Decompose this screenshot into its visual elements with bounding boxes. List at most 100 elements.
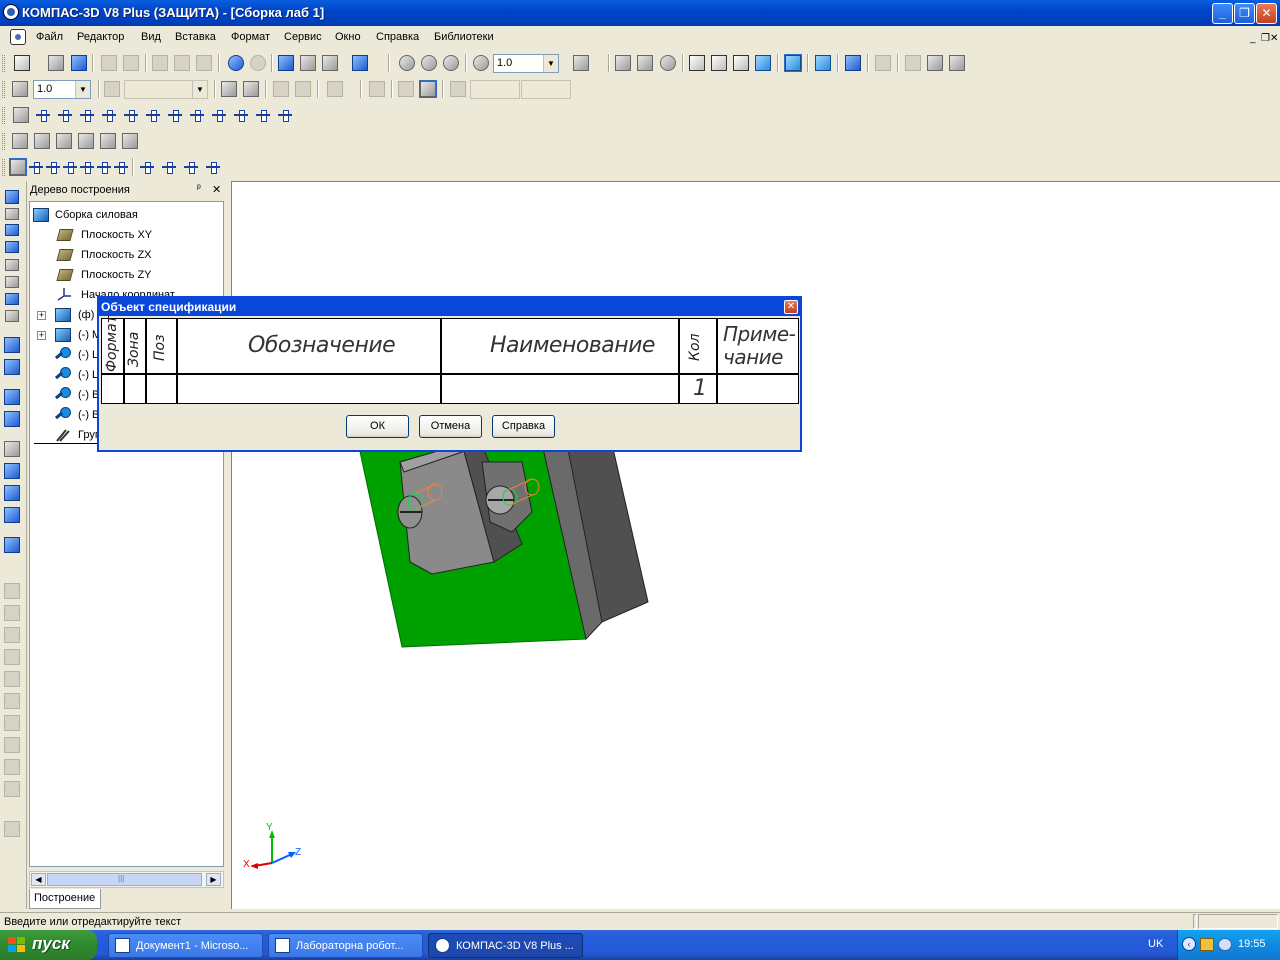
edit-assembly-panel-icon[interactable] bbox=[5, 190, 19, 204]
kompas-app-icon[interactable] bbox=[3, 4, 19, 20]
tree-hscrollbar[interactable]: ◀ ||| ▶ bbox=[29, 871, 224, 888]
local-cs-icon[interactable] bbox=[221, 81, 237, 97]
parallel-mate-icon[interactable] bbox=[35, 107, 51, 123]
scroll-left-icon[interactable]: ◀ bbox=[31, 873, 46, 886]
symmetry-mate-icon[interactable] bbox=[233, 107, 249, 123]
hole-op-icon[interactable] bbox=[4, 441, 20, 457]
rotate-component-icon[interactable] bbox=[34, 133, 50, 149]
close-button[interactable]: ✕ bbox=[1256, 3, 1277, 24]
menu-file[interactable]: Файл bbox=[36, 31, 63, 43]
bolt-set-icon[interactable] bbox=[139, 159, 155, 175]
fastener-screw-icon[interactable] bbox=[45, 159, 61, 175]
tree-item[interactable]: Плоскость XY bbox=[81, 229, 152, 241]
task-lab-document[interactable]: Лабораторна робот... bbox=[268, 933, 423, 958]
section-icon[interactable] bbox=[122, 133, 138, 149]
zoom-out-icon[interactable] bbox=[443, 55, 459, 71]
menu-service[interactable]: Сервис bbox=[284, 31, 322, 43]
fastener-bolt-icon[interactable] bbox=[28, 159, 44, 175]
component-icon[interactable] bbox=[845, 55, 861, 71]
parametric-icon[interactable] bbox=[419, 80, 437, 98]
zoom-window-icon[interactable] bbox=[399, 55, 415, 71]
add-from-file-icon[interactable] bbox=[4, 359, 20, 375]
mirror-op-icon[interactable] bbox=[4, 485, 20, 501]
library-icon[interactable] bbox=[4, 537, 20, 553]
tree-root[interactable]: Сборка силовая bbox=[55, 209, 138, 221]
shaded-icon[interactable] bbox=[755, 55, 771, 71]
fastener-pin-icon[interactable] bbox=[96, 159, 112, 175]
expand-icon[interactable]: + bbox=[37, 331, 46, 340]
angle-mate-icon[interactable] bbox=[167, 107, 183, 123]
chevron-down-icon[interactable]: ▼ bbox=[75, 81, 90, 98]
tree-item[interactable]: (ф) bbox=[78, 309, 94, 321]
pin-icon[interactable]: ᵖ bbox=[197, 183, 201, 194]
perspective-icon[interactable] bbox=[815, 55, 831, 71]
spec-object-icon[interactable] bbox=[9, 158, 27, 176]
rack-mate-icon[interactable] bbox=[277, 107, 293, 123]
distance-mate-icon[interactable] bbox=[145, 107, 161, 123]
cell-note[interactable] bbox=[718, 375, 798, 403]
scale-combo[interactable]: 1.0 ▼ bbox=[493, 54, 559, 73]
ok-button[interactable]: ОК bbox=[346, 415, 409, 438]
manager-icon[interactable] bbox=[278, 55, 294, 71]
start-button[interactable]: пуск bbox=[0, 930, 97, 960]
minimize-button[interactable]: _ bbox=[1212, 3, 1233, 24]
wireframe-icon[interactable] bbox=[689, 55, 705, 71]
step-cursor-icon[interactable] bbox=[12, 81, 28, 97]
create-subassembly-icon[interactable] bbox=[4, 411, 20, 427]
language-indicator[interactable]: UK bbox=[1148, 938, 1163, 950]
zoom-scale-icon[interactable] bbox=[473, 55, 489, 71]
cell-zone[interactable] bbox=[125, 375, 145, 403]
context-help-icon[interactable] bbox=[352, 55, 368, 71]
model-viewport[interactable]: Y X Z bbox=[231, 181, 1280, 909]
variables-icon[interactable] bbox=[300, 55, 316, 71]
aux-geometry-icon[interactable] bbox=[5, 241, 19, 253]
tree-item[interactable]: Плоскость ZY bbox=[81, 269, 152, 281]
hidden-thin-icon[interactable] bbox=[733, 55, 749, 71]
cell-name[interactable] bbox=[442, 375, 678, 403]
coincident-mate-icon[interactable] bbox=[101, 107, 117, 123]
tray-expand-icon[interactable]: ‹ bbox=[1182, 937, 1196, 951]
undo-icon[interactable] bbox=[228, 55, 244, 71]
cell-format[interactable] bbox=[102, 375, 123, 403]
help-button[interactable]: Справка bbox=[492, 415, 555, 438]
fix-mate-icon[interactable] bbox=[189, 107, 205, 123]
sketch-icon[interactable] bbox=[243, 81, 259, 97]
function-icon[interactable] bbox=[322, 55, 338, 71]
cancel-button[interactable]: Отмена bbox=[419, 415, 482, 438]
tab-construction[interactable]: Построение bbox=[29, 889, 101, 909]
task-kompas[interactable]: КОМПАС-3D V8 Plus ... bbox=[428, 933, 583, 958]
menu-libraries[interactable]: Библиотеки bbox=[434, 31, 494, 43]
spec-table[interactable]: Формат Зона Поз Обозначение Наименование… bbox=[101, 315, 799, 404]
restore-button[interactable]: ❐ bbox=[1234, 3, 1255, 24]
show-all-icon[interactable] bbox=[637, 55, 653, 71]
move-component-icon[interactable] bbox=[12, 133, 28, 149]
menu-insert[interactable]: Вставка bbox=[175, 31, 216, 43]
gear-mate-icon[interactable] bbox=[255, 107, 271, 123]
dimensions-icon[interactable] bbox=[5, 276, 19, 288]
menu-format[interactable]: Формат bbox=[231, 31, 270, 43]
rotate-icon[interactable] bbox=[660, 55, 676, 71]
tangent-mate-icon[interactable] bbox=[79, 107, 95, 123]
menu-view[interactable]: Вид bbox=[141, 31, 161, 43]
concentric-mate-icon[interactable] bbox=[123, 107, 139, 123]
shaded-edges-icon[interactable] bbox=[784, 54, 802, 72]
scroll-thumb[interactable]: ||| bbox=[47, 873, 202, 886]
document-icon[interactable] bbox=[10, 29, 26, 45]
mates-list-icon[interactable] bbox=[13, 107, 29, 123]
search-icon[interactable] bbox=[1218, 938, 1232, 951]
tree-close-icon[interactable]: ✕ bbox=[212, 183, 221, 196]
tools-icon[interactable] bbox=[927, 55, 943, 71]
doc-minimize-button[interactable]: _ bbox=[1250, 33, 1256, 44]
task-word-document[interactable]: Документ1 - Microso... bbox=[108, 933, 263, 958]
hidden-lines-icon[interactable] bbox=[711, 55, 727, 71]
component-op-icon[interactable] bbox=[4, 463, 20, 479]
align-mate-icon[interactable] bbox=[211, 107, 227, 123]
tree-item[interactable]: (-) L bbox=[78, 349, 98, 361]
create-part-icon[interactable] bbox=[4, 389, 20, 405]
step-combo[interactable]: 1.0 ▼ bbox=[33, 80, 91, 99]
menu-window[interactable]: Окно bbox=[335, 31, 361, 43]
chevron-down-icon[interactable]: ▼ bbox=[543, 55, 558, 72]
mirror-icon[interactable] bbox=[78, 133, 94, 149]
add-component-icon[interactable] bbox=[4, 337, 20, 353]
cell-designation[interactable] bbox=[178, 375, 440, 403]
